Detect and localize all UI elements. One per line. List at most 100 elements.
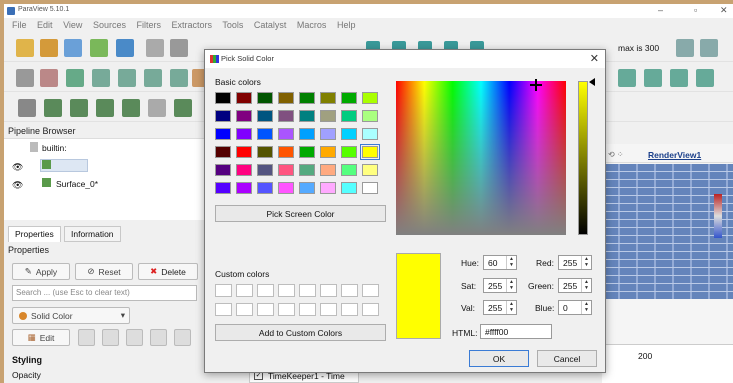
extract-icon[interactable] <box>148 99 166 117</box>
basic-color-swatch[interactable] <box>320 110 336 122</box>
red-spinbox[interactable]: 255 ▲ ▼ <box>558 255 592 270</box>
basic-color-swatch[interactable] <box>257 128 273 140</box>
delete-button[interactable]: ✖ Delete <box>138 263 198 280</box>
save-icon[interactable] <box>64 39 82 57</box>
maximize-icon[interactable]: ▫ <box>694 5 697 15</box>
basic-color-swatch[interactable] <box>257 92 273 104</box>
color-by-select[interactable]: Solid Color ▾ <box>12 307 130 324</box>
rescale-custom-icon[interactable] <box>102 329 119 346</box>
edit-button[interactable]: ▦ Edit <box>12 329 70 346</box>
luminance-slider[interactable] <box>578 81 588 235</box>
view-plus-x-icon[interactable] <box>618 69 636 87</box>
basic-color-swatch[interactable] <box>341 128 357 140</box>
color-spectrum[interactable] <box>396 81 566 235</box>
hue-spinbox[interactable]: 60 ▲ ▼ <box>483 255 517 270</box>
settings-icon[interactable] <box>40 69 58 87</box>
basic-color-swatch[interactable] <box>278 182 294 194</box>
basic-color-swatch[interactable] <box>257 182 273 194</box>
basic-color-swatch[interactable] <box>299 92 315 104</box>
view-minus-x-icon[interactable] <box>644 69 662 87</box>
basic-color-swatch[interactable] <box>278 92 294 104</box>
html-input[interactable]: #ffff00 <box>480 324 552 339</box>
basic-color-swatch[interactable] <box>341 92 357 104</box>
basic-color-swatch[interactable] <box>341 182 357 194</box>
blue-spinbox[interactable]: 0 ▲ ▼ <box>558 300 592 315</box>
disconnect-icon[interactable] <box>116 39 134 57</box>
open-file-icon[interactable] <box>40 39 58 57</box>
basic-color-swatch[interactable] <box>236 128 252 140</box>
basic-color-swatch[interactable] <box>215 164 231 176</box>
custom-color-swatch[interactable] <box>215 284 232 297</box>
rescale-icon[interactable] <box>78 329 95 346</box>
render-view-tab[interactable]: RenderView1 <box>648 150 701 160</box>
basic-color-swatch[interactable] <box>320 146 336 158</box>
slice-icon[interactable] <box>96 99 114 117</box>
basic-color-swatch[interactable] <box>236 146 252 158</box>
reset-button[interactable]: ⊘ Reset <box>75 263 133 280</box>
view-minus-y-icon[interactable] <box>696 69 714 87</box>
basic-color-swatch[interactable] <box>257 146 273 158</box>
tab-properties[interactable]: Properties <box>8 226 61 242</box>
rescale-temporal-icon[interactable] <box>150 329 167 346</box>
custom-color-swatch[interactable] <box>320 284 337 297</box>
basic-color-swatch[interactable] <box>299 164 315 176</box>
camera-undo-icon[interactable]: ⟲ ⁘ <box>608 150 624 159</box>
basic-color-swatch[interactable] <box>236 110 252 122</box>
rescale-visible-icon[interactable] <box>126 329 143 346</box>
colormap-icon[interactable] <box>174 329 191 346</box>
basic-color-swatch[interactable] <box>278 164 294 176</box>
basic-color-swatch[interactable] <box>236 164 252 176</box>
basic-color-swatch[interactable] <box>341 164 357 176</box>
val-spinbox[interactable]: 255 ▲ ▼ <box>483 300 517 315</box>
glyph-icon[interactable] <box>174 99 192 117</box>
custom-color-swatch[interactable] <box>257 284 274 297</box>
surface-item-label[interactable]: Surface_0* <box>56 179 98 189</box>
menu-macros[interactable]: Macros <box>297 20 327 30</box>
basic-color-swatch[interactable] <box>362 164 378 176</box>
custom-color-swatch[interactable] <box>215 303 232 316</box>
menu-filters[interactable]: Filters <box>136 20 161 30</box>
menu-tools[interactable]: Tools <box>222 20 243 30</box>
dialog-close-icon[interactable]: ✕ <box>590 52 599 65</box>
sat-spinbox[interactable]: 255 ▲ ▼ <box>483 278 517 293</box>
clip-icon[interactable] <box>70 99 88 117</box>
basic-color-swatch[interactable] <box>320 164 336 176</box>
camera-x-icon[interactable] <box>92 69 110 87</box>
basic-color-swatch[interactable] <box>320 128 336 140</box>
basic-color-swatch[interactable] <box>362 92 378 104</box>
basic-color-swatch[interactable] <box>341 146 357 158</box>
menu-help[interactable]: Help <box>337 20 356 30</box>
menu-extractors[interactable]: Extractors <box>172 20 213 30</box>
basic-color-swatch[interactable] <box>278 146 294 158</box>
open-folder-icon[interactable] <box>16 39 34 57</box>
basic-color-swatch[interactable] <box>215 92 231 104</box>
basic-color-swatch[interactable] <box>278 110 294 122</box>
basic-color-swatch[interactable] <box>362 110 378 122</box>
basic-color-swatch[interactable] <box>236 182 252 194</box>
custom-color-swatch[interactable] <box>299 284 316 297</box>
basic-color-swatch[interactable] <box>257 164 273 176</box>
tab-information[interactable]: Information <box>64 226 121 242</box>
basic-color-swatch[interactable] <box>236 92 252 104</box>
basic-color-swatch[interactable] <box>362 128 378 140</box>
basic-color-swatch[interactable] <box>299 182 315 194</box>
view-plus-y-icon[interactable] <box>670 69 688 87</box>
basic-color-swatch[interactable] <box>360 144 380 160</box>
basic-color-swatch[interactable] <box>299 110 315 122</box>
basic-color-swatch[interactable] <box>215 146 231 158</box>
basic-color-swatch[interactable] <box>320 92 336 104</box>
custom-color-swatch[interactable] <box>236 284 253 297</box>
custom-color-swatch[interactable] <box>299 303 316 316</box>
custom-color-swatch[interactable] <box>257 303 274 316</box>
cancel-button[interactable]: Cancel <box>537 350 597 367</box>
apply-button[interactable]: ✎ Apply <box>12 263 70 280</box>
ok-button[interactable]: OK <box>469 350 529 367</box>
minimize-icon[interactable]: – <box>658 5 663 15</box>
basic-color-swatch[interactable] <box>215 182 231 194</box>
custom-color-swatch[interactable] <box>278 284 295 297</box>
pick-screen-color-button[interactable]: Pick Screen Color <box>215 205 386 222</box>
custom-color-swatch[interactable] <box>341 303 358 316</box>
basic-color-swatch[interactable] <box>341 110 357 122</box>
green-spinbox[interactable]: 255 ▲ ▼ <box>558 278 592 293</box>
spectrum-crosshair[interactable] <box>530 79 542 91</box>
